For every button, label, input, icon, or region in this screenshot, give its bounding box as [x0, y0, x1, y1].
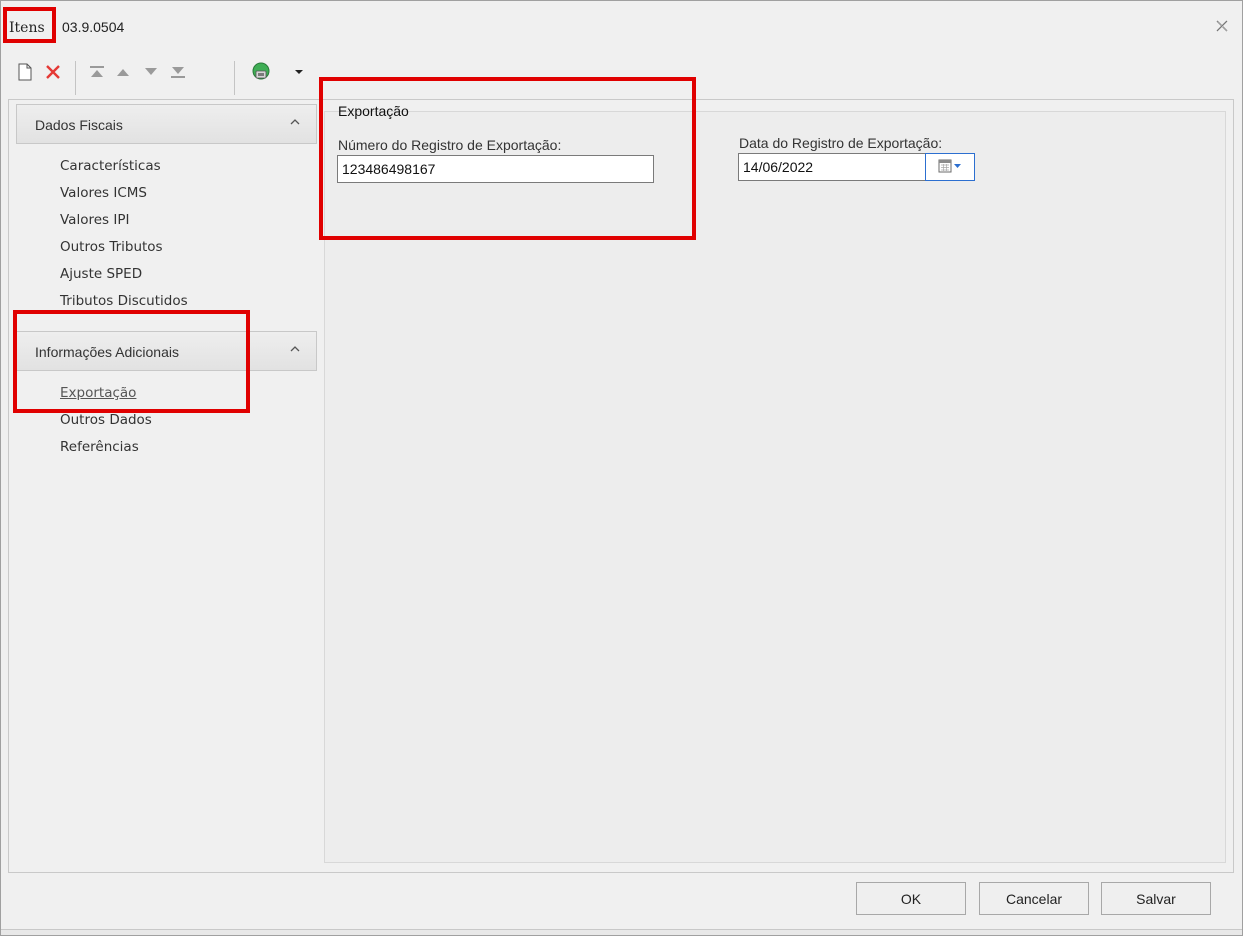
- network-icon[interactable]: [249, 59, 273, 85]
- new-document-icon[interactable]: [13, 59, 37, 85]
- sidebar-item-ajuste-sped[interactable]: Ajuste SPED: [60, 266, 142, 282]
- toolbar-separator: [75, 61, 76, 95]
- section-title: Exportação: [338, 103, 409, 119]
- toolbar-separator: [234, 61, 235, 95]
- sidebar-item-outros-dados[interactable]: Outros Dados: [60, 412, 152, 428]
- save-button[interactable]: Salvar: [1101, 882, 1211, 915]
- sidebar-item-valores-icms[interactable]: Valores ICMS: [60, 185, 147, 201]
- sidebar-item-referencias[interactable]: Referências: [60, 439, 139, 455]
- toolbar: [13, 59, 333, 95]
- group-header-dados-fiscais[interactable]: Dados Fiscais: [16, 104, 317, 144]
- content-area: [324, 111, 1226, 863]
- sidebar: Dados Fiscais Características Valores IC…: [16, 104, 318, 864]
- numero-registro-input[interactable]: 123486498167: [337, 155, 654, 183]
- window-code: 03.9.0504: [62, 19, 125, 35]
- move-last-icon[interactable]: [166, 59, 190, 85]
- data-registro-label: Data do Registro de Exportação:: [739, 135, 943, 151]
- sidebar-item-caracteristicas[interactable]: Características: [60, 158, 161, 174]
- move-up-icon[interactable]: [111, 59, 135, 85]
- move-first-icon[interactable]: [85, 59, 109, 85]
- data-registro-input[interactable]: 14/06/2022: [738, 153, 926, 181]
- move-down-icon[interactable]: [139, 59, 163, 85]
- chevron-up-icon[interactable]: [290, 115, 300, 129]
- dialog-window: Itens 03.9.0504 Dados Fiscais Caracterís…: [0, 0, 1243, 936]
- calendar-icon: [938, 158, 962, 177]
- chevron-up-icon[interactable]: [290, 342, 300, 356]
- group-header-informacoes-adicionais[interactable]: Informações Adicionais: [16, 331, 317, 371]
- sidebar-item-tributos-discutidos[interactable]: Tributos Discutidos: [60, 293, 188, 309]
- status-bar: [1, 929, 1242, 935]
- sidebar-item-outros-tributos[interactable]: Outros Tributos: [60, 239, 163, 255]
- title-bar: Itens 03.9.0504: [1, 1, 1242, 47]
- cancel-button[interactable]: Cancelar: [979, 882, 1089, 915]
- group-title: Dados Fiscais: [35, 117, 123, 133]
- calendar-dropdown-button[interactable]: [925, 153, 975, 181]
- group-title: Informações Adicionais: [35, 344, 179, 360]
- dropdown-arrow-icon[interactable]: [287, 59, 311, 85]
- sidebar-item-exportacao[interactable]: Exportação: [60, 385, 136, 401]
- delete-icon[interactable]: [41, 59, 65, 85]
- ok-button[interactable]: OK: [856, 882, 966, 915]
- numero-registro-label: Número do Registro de Exportação:: [338, 137, 562, 153]
- sidebar-item-valores-ipi[interactable]: Valores IPI: [60, 212, 129, 228]
- window-app-label: Itens: [9, 20, 45, 36]
- close-icon[interactable]: [1214, 19, 1230, 35]
